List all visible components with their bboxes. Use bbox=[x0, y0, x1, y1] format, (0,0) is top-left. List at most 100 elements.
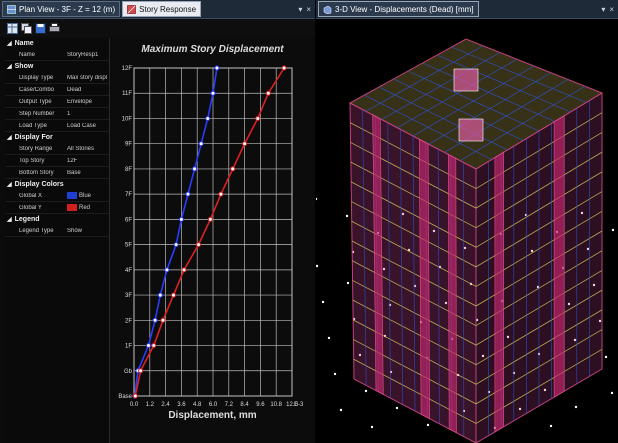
x-tick-label: 2.4 bbox=[161, 402, 170, 408]
property-section[interactable]: ◢ Name bbox=[5, 38, 109, 49]
x-tick-label: 3.6 bbox=[177, 402, 186, 408]
property-row[interactable]: Global X Blue bbox=[5, 190, 109, 202]
copy-icon[interactable] bbox=[20, 22, 32, 34]
y-tick-label: 5F bbox=[125, 243, 132, 249]
property-row[interactable]: Name StoryResp1 bbox=[5, 49, 109, 61]
y-tick-label: Gb bbox=[124, 369, 133, 375]
property-section[interactable]: ◢ Show bbox=[5, 61, 109, 72]
y-tick-label: 3F bbox=[125, 293, 132, 299]
data-point bbox=[214, 65, 220, 71]
table-icon[interactable] bbox=[6, 22, 18, 34]
property-value[interactable]: 1 bbox=[65, 111, 109, 117]
print-icon[interactable] bbox=[48, 22, 60, 34]
x-tick-label: 4.8 bbox=[193, 402, 202, 408]
property-key: Case/Combo bbox=[19, 86, 55, 93]
data-point bbox=[185, 191, 191, 197]
x-tick-label: 1.2 bbox=[146, 402, 155, 408]
collapse-icon[interactable]: ◢ bbox=[7, 134, 12, 141]
y-tick-label: 6F bbox=[125, 217, 132, 223]
plan-view-icon bbox=[7, 4, 16, 14]
collapse-icon[interactable]: ◢ bbox=[7, 40, 12, 47]
x-tick-label: 7.2 bbox=[225, 402, 234, 408]
ground-point bbox=[327, 336, 331, 340]
ground-point bbox=[316, 197, 318, 201]
tab-story-response[interactable]: Story Response bbox=[122, 1, 202, 17]
property-row[interactable]: Step Number 1 bbox=[5, 108, 109, 120]
y-tick-label: 7F bbox=[125, 192, 132, 198]
property-value[interactable]: Max story displ bbox=[65, 75, 109, 81]
collapse-icon[interactable]: ◢ bbox=[7, 181, 12, 188]
property-row[interactable]: Global Y Red bbox=[5, 202, 109, 214]
property-value[interactable]: StoryResp1 bbox=[65, 52, 109, 58]
property-value[interactable]: All Stories bbox=[65, 146, 109, 152]
property-value[interactable]: 12F bbox=[65, 158, 109, 164]
y-tick-label: 1F bbox=[125, 344, 132, 350]
pane-menu-icon[interactable]: ▾ bbox=[298, 5, 302, 14]
close-icon-right[interactable]: × bbox=[609, 5, 614, 14]
y-tick-label: 12F bbox=[122, 66, 133, 72]
property-key: Global Y bbox=[19, 204, 42, 211]
property-row[interactable]: Output Type Envelope bbox=[5, 96, 109, 108]
property-section-title: Show bbox=[14, 63, 34, 70]
data-point bbox=[210, 90, 216, 96]
property-row[interactable]: Load Type Load Case bbox=[5, 120, 109, 132]
property-row[interactable]: Story Range All Stories bbox=[5, 143, 109, 155]
left-tab-bar: Plan View - 3F - Z = 12 (m) Story Respon… bbox=[0, 0, 315, 19]
property-key: Display Type bbox=[19, 74, 54, 81]
shear-wall bbox=[447, 153, 457, 434]
y-tick-label: Base bbox=[118, 394, 132, 400]
x-tick-label: 10.8 bbox=[270, 402, 282, 408]
ground-point bbox=[333, 372, 337, 376]
collapse-icon[interactable]: ◢ bbox=[7, 216, 12, 223]
close-icon[interactable]: × bbox=[306, 5, 311, 14]
x-tick-label: 8.4 bbox=[240, 402, 249, 408]
property-value[interactable]: Show bbox=[65, 228, 109, 234]
property-section[interactable]: ◢ Legend bbox=[5, 214, 109, 225]
data-point bbox=[171, 292, 176, 298]
property-value[interactable]: Blue bbox=[65, 191, 109, 199]
property-row[interactable]: Case/Combo Dead bbox=[5, 84, 109, 96]
3d-viewport[interactable] bbox=[316, 19, 618, 443]
data-point bbox=[138, 368, 144, 374]
x-axis-label: Displacement, mm bbox=[168, 410, 257, 421]
color-swatch[interactable] bbox=[67, 191, 77, 199]
tab-plan-view-label: Plan View - 3F - Z = 12 (m) bbox=[19, 4, 116, 14]
color-swatch[interactable] bbox=[67, 203, 77, 211]
data-point bbox=[178, 216, 184, 222]
property-value[interactable]: Envelope bbox=[65, 99, 109, 105]
chart-svg: 0.0 1.2 2.4 3.6 4.8 6.0 7.2 8.4 9.6 10.8 12.0E-3Ba… bbox=[118, 65, 304, 408]
data-point bbox=[181, 267, 187, 273]
ground-point bbox=[574, 405, 578, 409]
save-icon[interactable] bbox=[34, 22, 46, 34]
property-row[interactable]: Display Type Max story displ bbox=[5, 72, 109, 84]
property-value[interactable]: Load Case bbox=[65, 123, 109, 129]
data-point bbox=[192, 166, 198, 172]
collapse-icon[interactable]: ◢ bbox=[7, 63, 12, 70]
data-point bbox=[145, 343, 151, 349]
property-row[interactable]: Bottom Story Base bbox=[5, 167, 109, 179]
property-section[interactable]: ◢ Display Colors bbox=[5, 179, 109, 190]
y-tick-label: 11F bbox=[122, 91, 132, 97]
data-point bbox=[160, 317, 166, 323]
property-section[interactable]: ◢ Display For bbox=[5, 132, 109, 143]
property-value[interactable]: Base bbox=[65, 170, 109, 176]
property-value[interactable]: Red bbox=[65, 203, 109, 211]
data-point bbox=[173, 242, 179, 248]
ground-point bbox=[316, 264, 319, 268]
pane-menu-icon-right[interactable]: ▾ bbox=[601, 5, 605, 14]
tab-3d-view[interactable]: 3-D View - Displacements (Dead) [mm] bbox=[318, 1, 479, 17]
x-exponent-label: E-3 bbox=[294, 402, 304, 408]
property-section-title: Legend bbox=[14, 216, 40, 223]
property-grid: ◢ Name Name StoryResp1 ◢ Show Display Type Max … bbox=[5, 38, 110, 443]
data-point bbox=[207, 216, 213, 222]
property-row[interactable]: Legend Type Show bbox=[5, 225, 109, 237]
core-wall bbox=[458, 118, 484, 142]
property-key: Top Story bbox=[19, 157, 45, 164]
x-tick-label: 0.0 bbox=[130, 402, 139, 408]
data-point bbox=[242, 141, 248, 147]
property-row[interactable]: Top Story 12F bbox=[5, 155, 109, 167]
ground-point bbox=[426, 423, 430, 427]
tab-plan-view[interactable]: Plan View - 3F - Z = 12 (m) bbox=[2, 1, 121, 17]
property-value[interactable]: Dead bbox=[65, 87, 109, 93]
core-wall bbox=[453, 68, 479, 92]
